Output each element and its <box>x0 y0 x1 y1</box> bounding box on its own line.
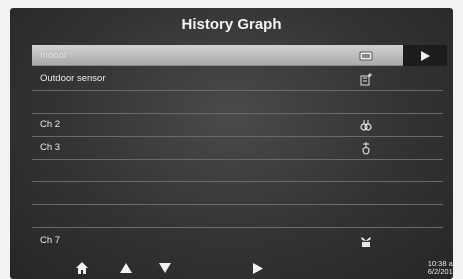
sensor-list: Indoor Outdoor sensor Ch 2 Ch 3 Ch 7 <box>32 45 447 253</box>
indoor-sensor-icon <box>358 48 374 64</box>
list-item-ch7[interactable]: Ch 7 <box>32 230 443 253</box>
home-icon <box>76 262 88 274</box>
list-item-empty[interactable] <box>32 182 443 206</box>
next-button[interactable] <box>248 261 268 275</box>
list-item-indoor[interactable]: Indoor <box>32 45 447 66</box>
bottom-toolbar: 10:38 am 6/2/2015 <box>10 251 453 279</box>
page-title: History Graph <box>181 16 282 33</box>
scroll-down-button[interactable] <box>155 261 175 275</box>
ch2-sensor-icon <box>358 117 374 133</box>
play-icon <box>253 262 263 274</box>
play-icon <box>421 50 430 61</box>
scroll-up-button[interactable] <box>116 261 136 275</box>
list-item-ch2[interactable]: Ch 2 <box>32 114 443 137</box>
list-item-label: Ch 2 <box>40 118 61 130</box>
arrow-down-icon <box>159 263 171 273</box>
list-item-empty[interactable] <box>32 91 443 114</box>
ch3-sensor-icon <box>358 140 374 156</box>
home-button[interactable] <box>72 261 92 275</box>
list-item-ch3[interactable]: Ch 3 <box>32 137 443 160</box>
list-item-label: Ch 3 <box>40 141 61 153</box>
list-item-label: Ch 7 <box>40 235 61 247</box>
list-item-empty[interactable] <box>32 205 443 229</box>
list-item-label: Outdoor sensor <box>40 73 106 84</box>
clock-display: 10:38 am 6/2/2015 <box>428 260 453 276</box>
clock-date: 6/2/2015 <box>427 267 453 276</box>
plant-sensor-icon <box>358 233 374 249</box>
list-item-label: Indoor <box>40 50 67 61</box>
device-screen: History Graph Indoor Outdoor sensor Ch 2… <box>10 8 453 279</box>
list-item-outdoor-sensor[interactable]: Outdoor sensor <box>32 68 443 91</box>
open-graph-button[interactable] <box>403 45 447 66</box>
outdoor-sensor-icon <box>358 71 374 87</box>
arrow-up-icon <box>120 263 132 273</box>
list-item-empty[interactable] <box>32 160 443 183</box>
